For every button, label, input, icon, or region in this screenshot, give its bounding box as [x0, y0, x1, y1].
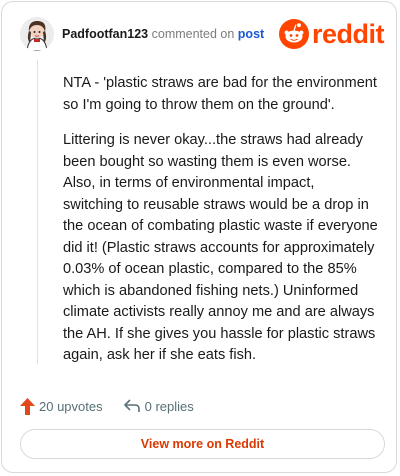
comment-paragraph: NTA - 'plastic straws are bad for the en… — [63, 75, 377, 113]
comment-body: NTA - 'plastic straws are bad for the en… — [63, 73, 378, 381]
reply-count: 0 replies — [144, 398, 194, 414]
reddit-wordmark: reddit — [311, 19, 385, 49]
comment-paragraph: Littering is never okay...the straws had… — [63, 132, 378, 363]
upvote-button[interactable]: 20 upvotes — [20, 397, 103, 415]
reddit-logo[interactable]: reddit — [278, 19, 385, 49]
post-link[interactable]: post — [238, 27, 264, 41]
username-link[interactable]: Padfootfan123 — [62, 27, 148, 41]
upvote-count: 20 upvotes — [39, 398, 103, 414]
replies-button[interactable]: 0 replies — [123, 398, 194, 414]
view-more-button[interactable]: View more on Reddit — [20, 429, 385, 459]
commented-on-text: commented on — [151, 27, 235, 41]
snoo-icon — [278, 19, 309, 49]
comment-actions: 20 upvotes 0 replies — [20, 395, 194, 417]
comment-meta: Padfootfan123 commented on post — [62, 27, 264, 41]
user-avatar[interactable] — [20, 17, 54, 51]
reply-arrow-icon — [123, 399, 140, 412]
avatar-illustration-icon — [20, 17, 54, 51]
upvote-arrow-icon — [20, 397, 35, 415]
comment-embed-card: Padfootfan123 commented on post reddit N… — [1, 1, 397, 473]
comment-header: Padfootfan123 commented on post reddit — [20, 17, 386, 53]
thread-line — [37, 60, 38, 364]
